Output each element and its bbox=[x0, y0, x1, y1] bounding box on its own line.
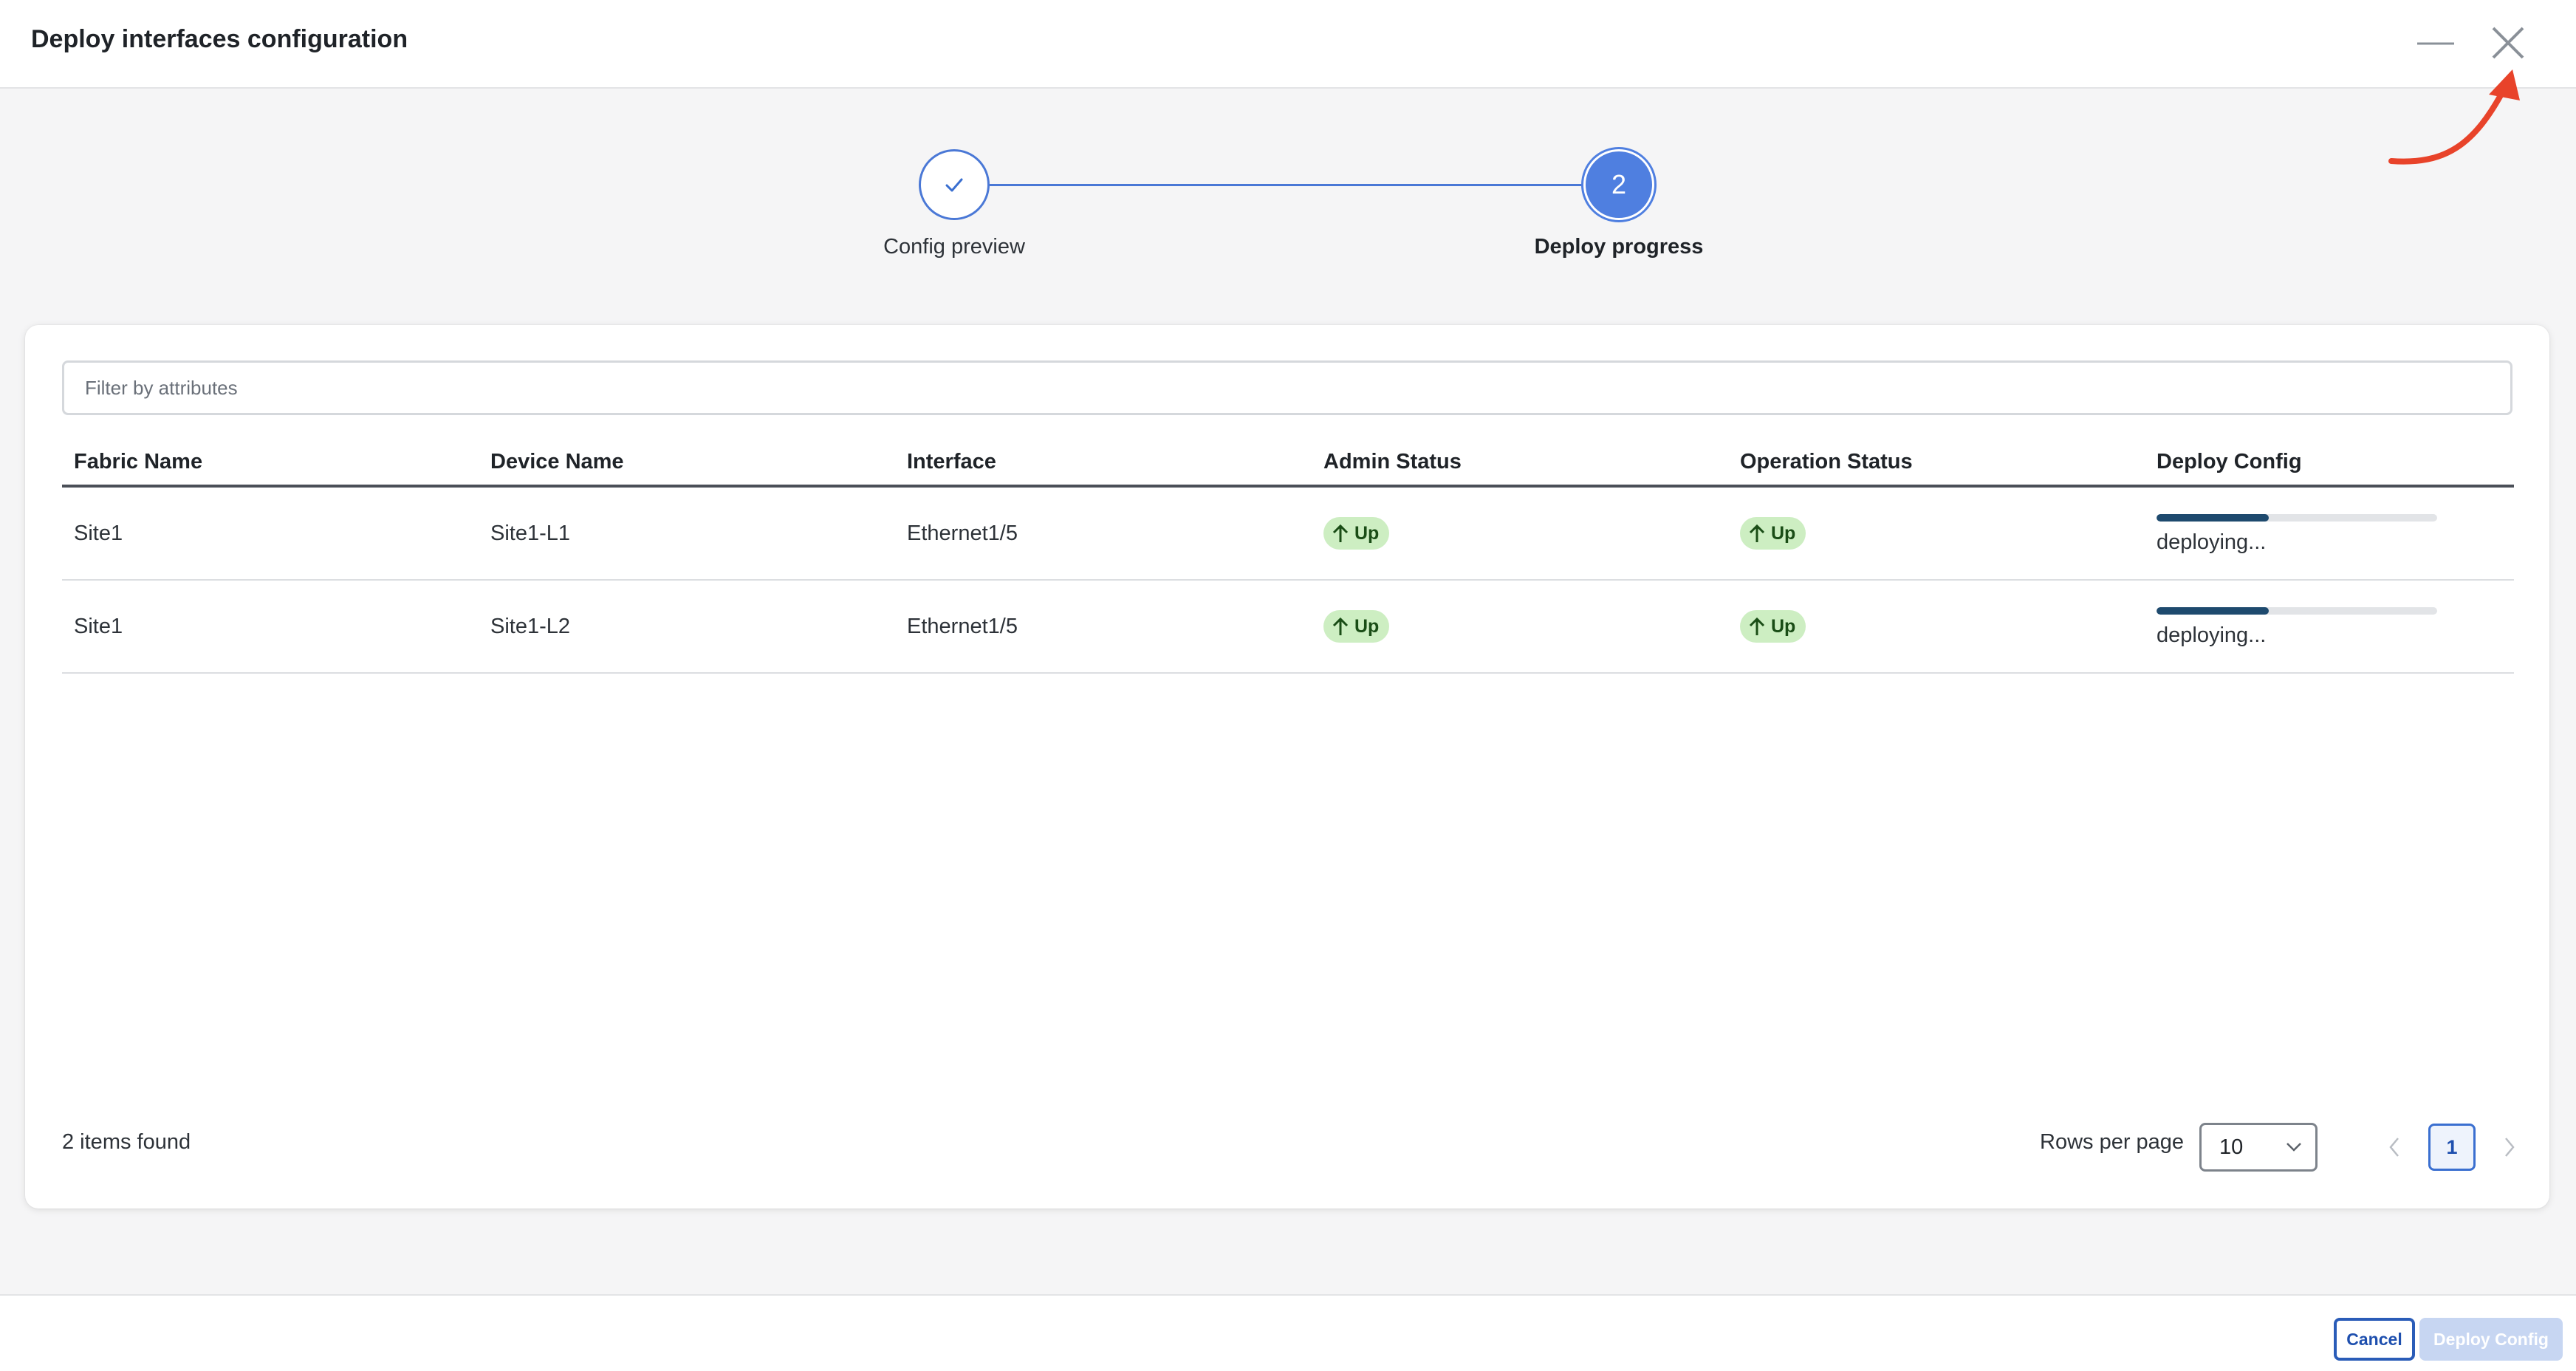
rows-per-page-select[interactable]: 10 bbox=[2199, 1123, 2318, 1172]
column-header-admin-status[interactable]: Admin Status bbox=[1323, 436, 1462, 488]
rows-per-page-label: Rows per page bbox=[2040, 1130, 2185, 1154]
chevron-down-icon bbox=[2286, 1143, 2301, 1152]
page-number: 1 bbox=[2446, 1135, 2458, 1158]
modal-header: Deploy interfaces configuration bbox=[0, 0, 2576, 89]
progress-bar bbox=[2157, 607, 2437, 615]
progress-bar-fill bbox=[2157, 607, 2269, 615]
stepper-connector bbox=[990, 184, 1585, 186]
minimize-icon bbox=[2417, 42, 2454, 45]
step-label-config-preview: Config preview bbox=[883, 235, 1025, 259]
operation-status-badge: Up bbox=[1740, 517, 1806, 550]
deploy-table-card: Fabric Name Device Name Interface Admin … bbox=[25, 325, 2549, 1208]
chevron-right-icon bbox=[2505, 1138, 2515, 1157]
step-deploy-progress: 2 bbox=[1583, 149, 1654, 220]
step-number: 2 bbox=[1611, 169, 1627, 199]
page-button-current[interactable]: 1 bbox=[2428, 1124, 2476, 1171]
arrow-up-icon bbox=[1747, 523, 1767, 544]
step-config-preview[interactable] bbox=[919, 149, 990, 220]
deploy-status-text: deploying... bbox=[2157, 530, 2267, 554]
previous-page-button[interactable] bbox=[2374, 1123, 2415, 1172]
cancel-button-label: Cancel bbox=[2346, 1329, 2402, 1349]
checkmark-icon bbox=[945, 178, 963, 192]
table-row[interactable]: Site1 Site1-L1 Ethernet1/5 Up Up deployi… bbox=[62, 488, 2514, 581]
column-header-operation-status[interactable]: Operation Status bbox=[1740, 436, 1913, 488]
arrow-up-icon bbox=[1747, 616, 1767, 637]
column-header-fabric-name[interactable]: Fabric Name bbox=[74, 436, 202, 488]
arrow-up-icon bbox=[1331, 616, 1350, 637]
column-header-device-name[interactable]: Device Name bbox=[490, 436, 624, 488]
deploy-status-text: deploying... bbox=[2157, 623, 2267, 647]
rows-per-page-value: 10 bbox=[2219, 1135, 2244, 1159]
arrow-up-icon bbox=[1331, 523, 1350, 544]
deploy-config-button-label: Deploy Config bbox=[2433, 1329, 2549, 1349]
chevron-left-icon bbox=[2389, 1138, 2399, 1157]
cancel-button[interactable]: Cancel bbox=[2334, 1318, 2415, 1361]
operation-status-badge: Up bbox=[1740, 610, 1806, 643]
filter-input[interactable] bbox=[62, 360, 2512, 415]
stepper: Config preview 2 Deploy progress bbox=[0, 140, 2576, 281]
admin-status-badge: Up bbox=[1323, 517, 1390, 550]
cell-fabric-name: Site1 bbox=[74, 522, 123, 545]
close-button[interactable] bbox=[2483, 18, 2533, 68]
progress-bar-fill bbox=[2157, 514, 2269, 522]
modal-title: Deploy interfaces configuration bbox=[31, 25, 408, 53]
next-page-button[interactable] bbox=[2489, 1123, 2530, 1172]
deploy-progress: deploying... bbox=[2157, 514, 2437, 555]
operation-status-text: Up bbox=[1771, 615, 1796, 637]
progress-bar bbox=[2157, 514, 2437, 522]
minimize-button[interactable] bbox=[2411, 18, 2461, 68]
cell-interface: Ethernet1/5 bbox=[907, 615, 1018, 638]
operation-status-text: Up bbox=[1771, 522, 1796, 544]
column-header-interface[interactable]: Interface bbox=[907, 436, 996, 488]
admin-status-text: Up bbox=[1354, 522, 1380, 544]
cell-device-name: Site1-L1 bbox=[490, 522, 571, 545]
close-icon bbox=[2492, 27, 2524, 59]
interfaces-table: Fabric Name Device Name Interface Admin … bbox=[62, 436, 2514, 674]
deploy-progress: deploying... bbox=[2157, 607, 2437, 648]
step-label-deploy-progress: Deploy progress bbox=[1534, 235, 1704, 259]
items-found-count: 2 items found bbox=[62, 1130, 191, 1154]
table-row[interactable]: Site1 Site1-L2 Ethernet1/5 Up Up deployi… bbox=[62, 581, 2514, 674]
column-header-deploy-config[interactable]: Deploy Config bbox=[2157, 436, 2302, 488]
deploy-config-button[interactable]: Deploy Config bbox=[2419, 1318, 2563, 1361]
table-header: Fabric Name Device Name Interface Admin … bbox=[62, 436, 2514, 488]
cell-fabric-name: Site1 bbox=[74, 615, 123, 638]
modal-footer: Cancel Deploy Config bbox=[0, 1294, 2576, 1371]
admin-status-text: Up bbox=[1354, 615, 1380, 637]
admin-status-badge: Up bbox=[1323, 610, 1390, 643]
cell-interface: Ethernet1/5 bbox=[907, 522, 1018, 545]
cell-device-name: Site1-L2 bbox=[490, 615, 571, 638]
